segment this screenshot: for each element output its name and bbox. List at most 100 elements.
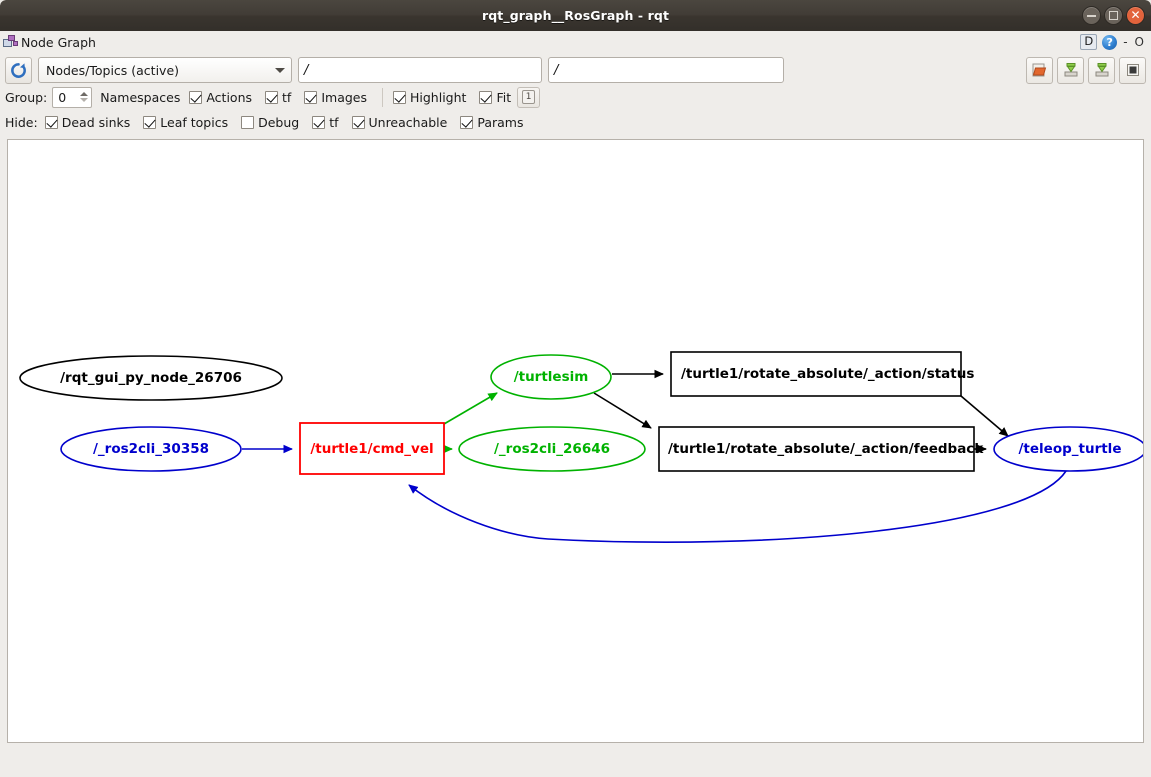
group-label: Group:: [5, 90, 47, 105]
edge-turtlesim-to-action-feedback: [594, 393, 651, 428]
open-folder-icon: [1031, 61, 1049, 79]
graph-node-action-feedback[interactable]: /turtle1/rotate_absolute/_action/feedbac…: [659, 427, 984, 471]
dock-widget-header: Node Graph D ? - O: [0, 31, 1151, 53]
graph-node-teleop-turtle[interactable]: /teleop_turtle: [994, 427, 1143, 471]
graph-node-label: /teleop_turtle: [1019, 441, 1122, 457]
main-window: rqt_graph__RosGraph - rqt ✕ Node Graph D…: [0, 0, 1151, 777]
maximize-icon: [1109, 11, 1118, 20]
fit-in-view-button[interactable]: [1119, 57, 1146, 84]
chevron-down-icon: [275, 68, 285, 73]
graph-node-label: /turtlesim: [514, 369, 589, 385]
graph-type-combobox[interactable]: Nodes/Topics (active): [38, 57, 292, 83]
toolbar-row-options: Group: 0 Namespaces Actions tf Images: [5, 86, 1146, 108]
save-dot-button[interactable]: [1057, 57, 1084, 84]
minimize-icon: [1087, 15, 1096, 17]
group-spinbox[interactable]: 0: [52, 87, 92, 108]
checkbox-images[interactable]: Images: [304, 90, 367, 105]
graph-node-turtle1-cmd-vel[interactable]: /turtle1/cmd_vel: [300, 423, 444, 474]
spin-arrows[interactable]: [78, 88, 90, 107]
checkbox-dead-sinks-box[interactable]: [45, 116, 58, 129]
toolbar-row-primary: Nodes/Topics (active) / /: [5, 55, 1146, 85]
refresh-button[interactable]: [5, 57, 32, 84]
checkbox-actions-box[interactable]: [189, 91, 202, 104]
checkbox-params-label: Params: [477, 115, 523, 130]
graph-node-label: /rqt_gui_py_node_26706: [60, 370, 242, 386]
checkbox-images-label: Images: [321, 90, 367, 105]
checkbox-unreachable[interactable]: Unreachable: [352, 115, 448, 130]
hide-label: Hide:: [5, 115, 38, 130]
graph-node-ros2cli-30358[interactable]: /_ros2cli_30358: [61, 427, 241, 471]
checkbox-tf[interactable]: tf: [265, 90, 291, 105]
dock-title-group: Node Graph: [3, 35, 96, 50]
checkbox-fit-box[interactable]: [479, 91, 492, 104]
close-icon: ✕: [1130, 9, 1140, 21]
checkbox-highlight[interactable]: Highlight: [393, 90, 466, 105]
close-button[interactable]: ✕: [1126, 6, 1145, 25]
checkbox-actions[interactable]: Actions: [189, 90, 252, 105]
toolbar: Nodes/Topics (active) / /: [0, 53, 1151, 136]
graph-canvas[interactable]: /rqt_gui_py_node_26706 /_ros2cli_30358 /…: [7, 139, 1144, 743]
checkbox-params[interactable]: Params: [460, 115, 523, 130]
checkbox-leaf-topics-box[interactable]: [143, 116, 156, 129]
graph-node-label: /turtle1/cmd_vel: [310, 441, 433, 457]
checkbox-hide-tf[interactable]: tf: [312, 115, 338, 130]
topic-filter-value: /: [304, 63, 308, 78]
group-value: 0: [58, 90, 66, 105]
graph-node-label: /_ros2cli_26646: [494, 441, 610, 457]
window-title: rqt_graph__RosGraph - rqt: [482, 8, 669, 23]
checkbox-actions-label: Actions: [206, 90, 252, 105]
namespaces-label[interactable]: Namespaces: [100, 90, 180, 105]
graph-node-label: /turtle1/rotate_absolute/_action/status: [681, 366, 974, 382]
save-image-button[interactable]: [1088, 57, 1115, 84]
help-icon[interactable]: ?: [1102, 35, 1117, 50]
checkbox-highlight-box[interactable]: [393, 91, 406, 104]
save-image-icon: [1093, 61, 1111, 79]
checkbox-debug[interactable]: Debug: [241, 115, 299, 130]
toolbar-right-buttons: [1026, 57, 1146, 84]
graph-canvas-container: /rqt_gui_py_node_26706 /_ros2cli_30358 /…: [0, 136, 1151, 777]
checkbox-hide-tf-box[interactable]: [312, 116, 325, 129]
checkbox-hide-tf-label: tf: [329, 115, 338, 130]
edge-cmdvel-to-turtlesim: [444, 393, 497, 424]
minimize-button[interactable]: [1082, 6, 1101, 25]
graph-nodes: /rqt_gui_py_node_26706 /_ros2cli_30358 /…: [20, 352, 1143, 474]
node-filter-input[interactable]: /: [548, 57, 784, 83]
refresh-icon: [10, 62, 27, 79]
dock-float-button[interactable]: D: [1080, 34, 1097, 50]
checkbox-images-box[interactable]: [304, 91, 317, 104]
graph-type-value: Nodes/Topics (active): [46, 63, 275, 78]
dock-close-button[interactable]: O: [1134, 35, 1145, 49]
checkbox-fit-label: Fit: [496, 90, 511, 105]
dock-header-controls: D ? - O: [1080, 31, 1145, 53]
window-controls: ✕: [1082, 0, 1145, 31]
checkbox-leaf-topics-label: Leaf topics: [160, 115, 228, 130]
checkbox-tf-label: tf: [282, 90, 291, 105]
checkbox-tf-box[interactable]: [265, 91, 278, 104]
checkbox-unreachable-box[interactable]: [352, 116, 365, 129]
checkbox-dead-sinks-label: Dead sinks: [62, 115, 131, 130]
save-dot-icon: [1062, 61, 1080, 79]
graph-node-label: /_ros2cli_30358: [93, 441, 209, 457]
dock-undock-button[interactable]: -: [1122, 35, 1128, 49]
checkbox-highlight-label: Highlight: [410, 90, 466, 105]
toolbar-row-hide: Hide: Dead sinks Leaf topics Debug tf Un…: [5, 111, 1146, 133]
maximize-button[interactable]: [1104, 6, 1123, 25]
dock-title-label: Node Graph: [21, 35, 96, 50]
zoom-100-button[interactable]: 1: [517, 87, 540, 108]
checkbox-fit[interactable]: Fit: [479, 90, 511, 105]
topic-filter-input[interactable]: /: [298, 57, 542, 83]
checkbox-params-box[interactable]: [460, 116, 473, 129]
checkbox-leaf-topics[interactable]: Leaf topics: [143, 115, 228, 130]
checkbox-dead-sinks[interactable]: Dead sinks: [45, 115, 131, 130]
graph-node-rqt-gui-py-node[interactable]: /rqt_gui_py_node_26706: [20, 356, 282, 400]
checkbox-unreachable-label: Unreachable: [369, 115, 448, 130]
checkbox-debug-box[interactable]: [241, 116, 254, 129]
node-filter-value: /: [554, 63, 558, 78]
graph-node-ros2cli-26646[interactable]: /_ros2cli_26646: [459, 427, 645, 471]
graph-node-action-status[interactable]: /turtle1/rotate_absolute/_action/status: [671, 352, 974, 396]
edge-teleop-turtle-to-cmdvel: [409, 471, 1066, 542]
ros-node-graph[interactable]: /rqt_gui_py_node_26706 /_ros2cli_30358 /…: [8, 140, 1143, 742]
load-dot-button[interactable]: [1026, 57, 1053, 84]
graph-node-turtlesim[interactable]: /turtlesim: [491, 355, 611, 399]
zoom-100-icon: 1: [522, 90, 535, 104]
